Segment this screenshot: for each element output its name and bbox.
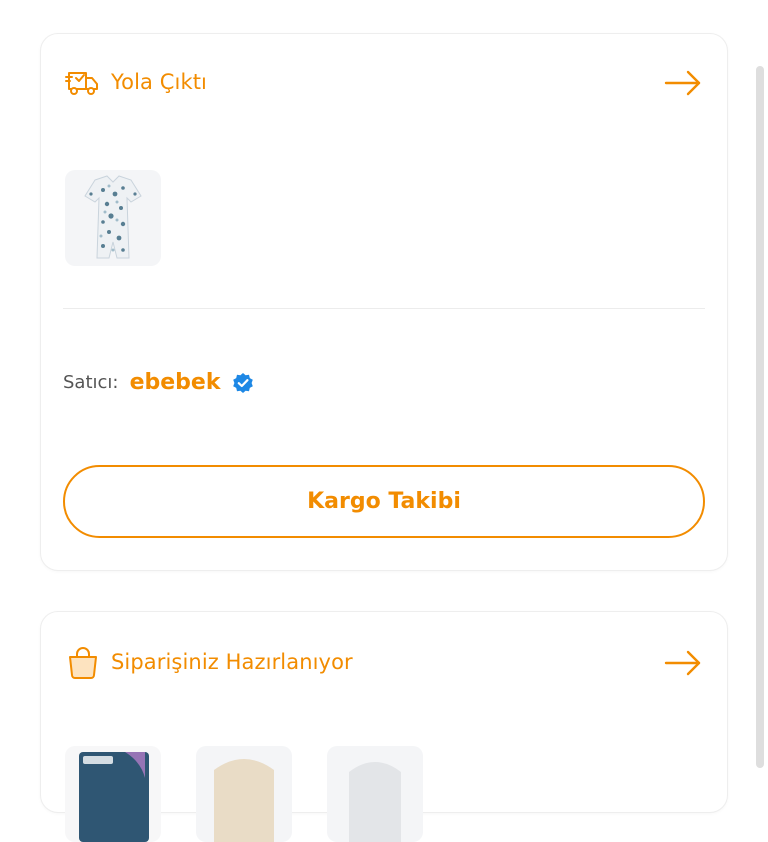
pack-image <box>79 752 149 842</box>
order-card-preparing: Siparişiniz Hazırlanıyor <box>40 611 728 842</box>
card-title: Yola Çıktı <box>111 70 207 94</box>
card-header: Yola Çıktı <box>65 64 703 104</box>
divider <box>63 308 705 309</box>
shopping-bag-icon <box>69 647 97 679</box>
beige-garment-image <box>214 759 274 842</box>
card-header: Siparişiniz Hazırlanıyor <box>65 644 703 684</box>
seller-label: Satıcı: <box>63 372 119 393</box>
order-card-shipped: Yola Çıktı Satıcı: ebebek Kargo Takibi <box>40 33 728 571</box>
product-thumbnail-beige[interactable] <box>196 746 292 842</box>
delivery-truck-icon <box>65 72 98 95</box>
product-thumbnail-grey[interactable] <box>327 746 423 842</box>
product-thumbnail-pack[interactable] <box>65 746 161 842</box>
seller-name-link[interactable]: ebebek <box>130 370 221 395</box>
product-thumbnail-romper[interactable] <box>65 170 161 266</box>
romper-image <box>84 175 142 259</box>
scrollbar[interactable] <box>756 66 764 768</box>
arrow-right-icon[interactable] <box>663 649 703 677</box>
grey-garment-image <box>349 762 401 842</box>
cargo-tracking-button[interactable]: Kargo Takibi <box>63 465 705 538</box>
card-title: Siparişiniz Hazırlanıyor <box>111 650 353 674</box>
verified-badge-icon <box>232 372 253 393</box>
seller-info: Satıcı: ebebek <box>63 370 254 400</box>
arrow-right-icon[interactable] <box>663 69 703 97</box>
